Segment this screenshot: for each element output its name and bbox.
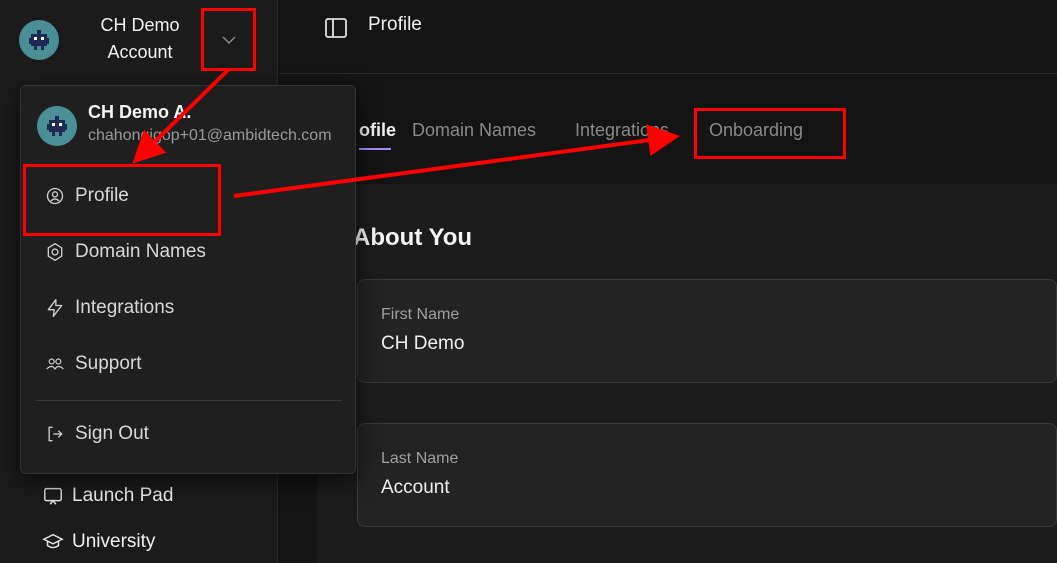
- tab-profile[interactable]: ofile: [359, 120, 396, 141]
- menu-item-label: Domain Names: [75, 241, 206, 262]
- annotation-box-profile: [23, 164, 221, 236]
- sidebar-item-label: Launch Pad: [72, 485, 174, 506]
- app-root: CH Demo Account Launch Pad University Pr…: [0, 0, 1057, 563]
- sidebar-item-university[interactable]: University: [42, 531, 155, 553]
- page-title: Profile: [368, 14, 422, 35]
- account-name-line2: Account: [107, 42, 173, 62]
- avatar: [37, 106, 77, 146]
- profile-tabs: ofile Domain Names Integrations Onboardi…: [279, 116, 1057, 156]
- menu-item-label: Integrations: [75, 297, 175, 318]
- active-tab-underline: [359, 148, 391, 150]
- account-dropdown-menu: CH Demo A. chahongigop+01@ambidtech.com …: [20, 85, 356, 474]
- menu-item-integrations[interactable]: Integrations: [45, 293, 174, 323]
- field-label: Last Name: [381, 450, 459, 467]
- dropdown-user-name: CH Demo A.: [88, 102, 192, 122]
- gear-icon: [47, 242, 63, 262]
- users-icon: [46, 358, 64, 371]
- main-content: Profile ofile Domain Names Integrations …: [279, 0, 1057, 563]
- sidebar-panel-icon[interactable]: [325, 18, 347, 38]
- avatar: [19, 20, 59, 60]
- menu-item-label: Support: [75, 353, 142, 374]
- first-name-field[interactable]: First Name CH Demo: [357, 279, 1057, 383]
- section-title: About You: [353, 224, 473, 251]
- tab-domain-names[interactable]: Domain Names: [412, 120, 536, 141]
- tab-integrations[interactable]: Integrations: [575, 120, 669, 141]
- sidebar-item-launch-pad[interactable]: Launch Pad: [42, 485, 173, 507]
- annotation-box-onboarding: [694, 108, 846, 159]
- menu-item-support[interactable]: Support: [45, 349, 142, 379]
- sidebar-item-label: University: [72, 531, 156, 552]
- last-name-field[interactable]: Last Name Account: [357, 423, 1057, 527]
- menu-item-domain-names[interactable]: Domain Names: [45, 237, 206, 267]
- top-bar: Profile: [279, 0, 1057, 74]
- robot-avatar-icon: [29, 30, 49, 50]
- robot-avatar-icon: [47, 116, 67, 136]
- dropdown-user-email: chahongigop+01@ambidtech.com: [88, 127, 332, 144]
- menu-item-label: Sign Out: [75, 423, 149, 444]
- lightning-icon: [47, 299, 63, 317]
- menu-item-sign-out[interactable]: Sign Out: [45, 419, 149, 449]
- menu-divider: [36, 400, 342, 401]
- field-value: CH Demo: [381, 333, 465, 354]
- field-value: Account: [381, 477, 450, 498]
- account-name: CH Demo Account: [84, 12, 196, 66]
- field-label: First Name: [381, 306, 460, 323]
- graduation-cap-icon: [42, 533, 64, 549]
- sign-out-icon: [48, 426, 63, 442]
- account-name-line1: CH Demo: [100, 15, 180, 35]
- annotation-box-chevron: [201, 8, 256, 71]
- launch-pad-icon: [44, 487, 62, 505]
